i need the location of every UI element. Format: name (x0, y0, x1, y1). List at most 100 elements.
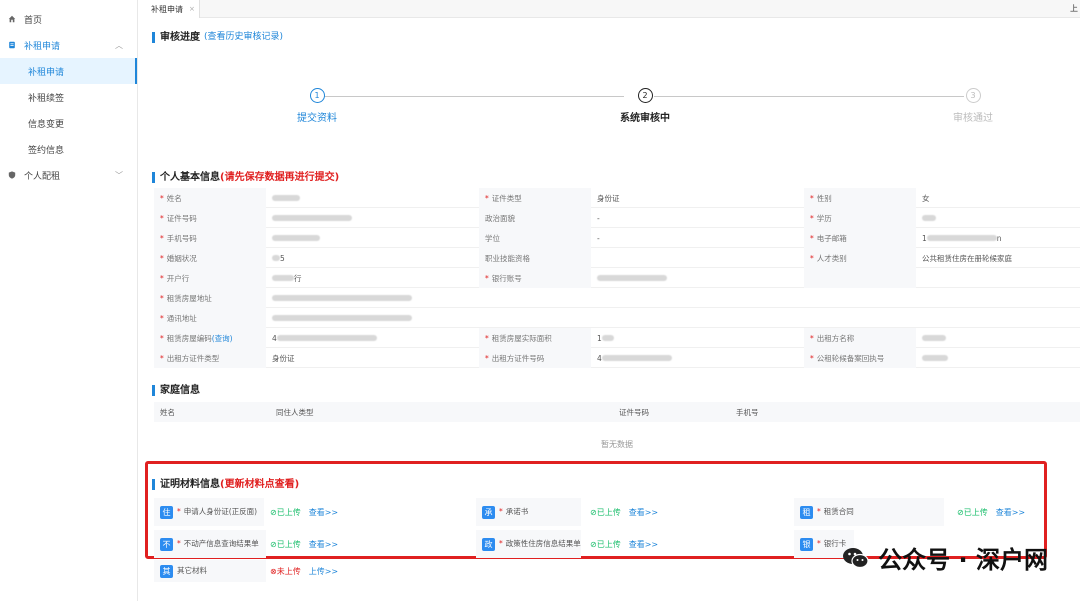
material-label: * 租赁合同 (817, 507, 854, 516)
progress-section-title: 审核进度 (查看历史审核记录) (152, 32, 283, 43)
sidebar-group-subsidy[interactable]: 补租申请 ︿ (0, 32, 137, 58)
gender-label: * 性别 (804, 188, 916, 208)
upload-status: ⊘已上传 (590, 539, 621, 549)
material-label-box: 承 * 承诺书 (476, 498, 581, 526)
marital-value: 5 (266, 248, 479, 268)
mail-addr-label: * 通讯地址 (154, 308, 266, 328)
tab-label: 补租申请 (151, 4, 183, 14)
sidebar-item-sign-info[interactable]: 签约信息 (0, 136, 137, 162)
record-no-value (916, 348, 1080, 368)
qualification-value (591, 248, 804, 268)
account-value (591, 268, 804, 288)
view-link[interactable]: 查看>> (629, 539, 658, 550)
name-value (266, 188, 479, 208)
step-label: 系统审核中 (620, 113, 670, 124)
material-status-row: ⊘已上传 查看>> (957, 498, 1025, 526)
house-no-label: * 租赁房屋编码 (查询) (154, 328, 266, 348)
watermark-text: 公众号 · 深户网 (878, 546, 1048, 574)
politics-label: 政治面貌 (479, 208, 591, 228)
material-tag: 银 (800, 537, 813, 551)
material-label-box: 不 * 不动产信息查询结果单 (154, 530, 266, 558)
material-tag: 不 (160, 537, 173, 551)
progress-steps: 1 提交资料 2 系统审核中 3 审核通过 (142, 88, 1080, 128)
section-heading: 家庭信息 (160, 385, 200, 396)
empty-value (916, 268, 1080, 288)
info-row: * 婚姻状况 5 职业技能资格 * 人才类别 公共租赁住房在册轮候家庭 (154, 248, 1080, 268)
education-value (916, 208, 1080, 228)
id-type-value: 身份证 (597, 193, 620, 203)
sidebar-item-home[interactable]: 首页 (0, 6, 137, 32)
sidebar-item-subsidy-apply[interactable]: 补租申请 (0, 58, 137, 84)
close-icon[interactable]: × (189, 5, 195, 13)
tab-subsidy-apply[interactable]: 补租申请 × (142, 0, 200, 18)
info-row: * 姓名 * 证件类型 身份证 * 性别 女 (154, 188, 1080, 208)
info-row: * 租赁房屋地址 (154, 288, 1080, 308)
step-label: 审核通过 (953, 113, 993, 124)
name-label: * 姓名 (154, 188, 266, 208)
shield-icon (8, 171, 16, 179)
lessor-id-no-value: 4 (591, 348, 804, 368)
sidebar: 首页 补租申请 ︿ 补租申请 补租续签 信息变更 签约信息 个人配租 ﹀ (0, 0, 138, 601)
material-tag: 承 (482, 505, 495, 519)
home-icon (8, 15, 16, 23)
wechat-icon (843, 547, 869, 568)
view-link[interactable]: 查看>> (309, 507, 338, 518)
sidebar-item-subsidy-renew[interactable]: 补租续签 (0, 84, 137, 110)
bank-label: * 开户行 (154, 268, 266, 288)
material-status-row: ⊘已上传 查看>> (270, 530, 338, 558)
upload-link[interactable]: 上传>> (309, 566, 338, 577)
step-number: 3 (965, 88, 981, 103)
tab-bar-end-text: 上 (1070, 4, 1078, 13)
material-label-box: 其 其它材料 (154, 560, 266, 582)
column-header: 证件号码 (619, 407, 649, 417)
material-tag: 住 (160, 505, 173, 519)
talent-value: 公共租赁住房在册轮候家庭 (922, 253, 1012, 263)
sidebar-item-info-change[interactable]: 信息变更 (0, 110, 137, 136)
lessor-id-no-label: * 出租方证件号码 (479, 348, 591, 368)
basic-info-note: (请先保存数据再进行提交) (220, 172, 340, 183)
material-label-box: 住 * 申请人身份证(正反面) (154, 498, 264, 526)
sidebar-item-label: 信息变更 (28, 119, 65, 130)
area-value: 1 (591, 328, 804, 348)
lessor-label: * 出租方名称 (804, 328, 916, 348)
material-label-box: 政 * 政策性住房信息结果单 (476, 530, 581, 558)
step-number: 1 (309, 88, 325, 103)
section-heading: 个人基本信息 (160, 172, 220, 183)
material-label: 其它材料 (177, 566, 207, 575)
marital-label: * 婚姻状况 (154, 248, 266, 268)
view-link[interactable]: 查看>> (309, 539, 338, 550)
info-row: * 开户行 行 * 银行账号 (154, 268, 1080, 288)
lessor-value (916, 328, 1080, 348)
view-link[interactable]: 查看>> (996, 507, 1025, 518)
step-3: 3 审核通过 (913, 88, 1033, 124)
column-header: 同住人类型 (276, 407, 314, 417)
upload-status: ⊘已上传 (270, 539, 301, 549)
material-status-row: ⊘已上传 查看>> (590, 530, 658, 558)
sidebar-item-label: 首页 (24, 15, 43, 26)
upload-status: ⊘已上传 (270, 507, 301, 517)
mail-addr-value (266, 308, 1080, 328)
sidebar-group-personal-rent[interactable]: 个人配租 ﹀ (0, 162, 137, 188)
view-link[interactable]: 查看>> (629, 507, 658, 518)
tab-bar: 补租申请 × 上 (142, 0, 1080, 18)
phone-label: * 手机号码 (154, 228, 266, 248)
material-label: * 政策性住房信息结果单 (499, 539, 581, 548)
education-label: * 学历 (804, 208, 916, 228)
bank-value: 行 (266, 268, 479, 288)
material-tag: 其 (160, 564, 173, 578)
sidebar-item-label: 个人配租 (24, 171, 61, 182)
section-heading: 审核进度 (160, 32, 200, 43)
material-tag: 政 (482, 537, 495, 551)
email-value: 1n (922, 233, 1002, 243)
empty-label (804, 268, 916, 288)
materials-note: (更新材料点查看) (220, 479, 300, 490)
house-no-query-link[interactable]: (查询) (212, 333, 233, 344)
rent-addr-label: * 租赁房屋地址 (154, 288, 266, 308)
rent-addr-value (266, 288, 1080, 308)
column-header: 姓名 (160, 407, 175, 417)
material-item-commitment: 承 * 承诺书 (476, 498, 581, 526)
politics-value: - (597, 213, 600, 223)
column-header: 手机号 (736, 407, 759, 417)
history-link[interactable]: (查看历史审核记录) (204, 32, 283, 43)
step-label: 提交资料 (297, 113, 337, 124)
